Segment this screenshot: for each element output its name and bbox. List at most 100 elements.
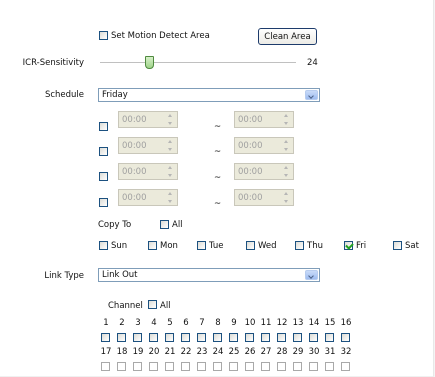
channel-number: 15 [324, 318, 336, 328]
clean-area-button[interactable]: Clean Area [258, 28, 317, 45]
channel-number: 3 [135, 318, 141, 328]
channel-checkbox[interactable] [101, 362, 110, 371]
channel-number: 26 [244, 347, 256, 357]
copy-day-mon-checkbox[interactable] [148, 241, 157, 250]
channel-checkbox[interactable] [309, 333, 318, 342]
channel-checkbox[interactable] [293, 362, 302, 371]
channel-checkbox[interactable] [197, 362, 206, 371]
channel-checkbox[interactable] [309, 362, 318, 371]
copy-day-sat-checkbox[interactable] [393, 241, 402, 250]
channel-number: 31 [324, 347, 336, 357]
copy-day-sun-checkbox[interactable] [99, 241, 108, 250]
period-4-start-input[interactable]: 00:00 [118, 189, 178, 206]
channel-checkbox[interactable] [229, 333, 238, 342]
period-4-checkbox[interactable] [99, 198, 108, 207]
copy-day-fri-checkbox[interactable] [344, 241, 353, 250]
motion-detect-area-checkbox[interactable] [99, 31, 108, 40]
channel-checkbox[interactable] [213, 333, 222, 342]
icr-sensitivity-label: ICR-Sensitivity [22, 58, 84, 68]
channel-checkbox[interactable] [293, 333, 302, 342]
channel-checkbox[interactable] [261, 333, 270, 342]
channel-number: 17 [100, 347, 112, 357]
channel-checkbox[interactable] [181, 333, 190, 342]
period-3-checkbox[interactable] [99, 172, 108, 181]
period-1-start-input[interactable]: 00:00 [118, 111, 178, 128]
spinner-icon[interactable] [165, 191, 175, 204]
channel-all-label: All [160, 301, 171, 311]
copy-to-all-checkbox[interactable] [160, 220, 169, 229]
channel-checkbox[interactable] [229, 362, 238, 371]
chevron-down-icon[interactable] [305, 270, 318, 280]
copy-day-wed-checkbox[interactable] [246, 241, 255, 250]
spinner-icon[interactable] [281, 139, 291, 152]
period-1-end-input[interactable]: 00:00 [234, 111, 294, 128]
channel-checkbox[interactable] [213, 362, 222, 371]
spinner-icon[interactable] [165, 113, 175, 126]
icr-sensitivity-slider-thumb[interactable] [145, 56, 154, 69]
spinner-icon[interactable] [165, 139, 175, 152]
channel-number: 4 [151, 318, 157, 328]
channel-number: 19 [132, 347, 144, 357]
copy-day-thu-checkbox[interactable] [295, 241, 304, 250]
channel-number: 5 [167, 318, 173, 328]
channel-checkbox[interactable] [117, 333, 126, 342]
channel-checkbox[interactable] [117, 362, 126, 371]
channel-checkbox[interactable] [245, 362, 254, 371]
spinner-icon[interactable] [281, 191, 291, 204]
channel-checkbox[interactable] [341, 333, 350, 342]
channel-checkbox[interactable] [197, 333, 206, 342]
channel-number: 27 [260, 347, 272, 357]
channel-number: 22 [180, 347, 192, 357]
channel-number: 18 [116, 347, 128, 357]
period-4-end-input[interactable]: 00:00 [234, 189, 294, 206]
period-3-end-input[interactable]: 00:00 [234, 163, 294, 180]
channel-checkbox[interactable] [133, 333, 142, 342]
copy-day-tue-checkbox[interactable] [197, 241, 206, 250]
channel-number: 25 [228, 347, 240, 357]
chevron-down-icon[interactable] [305, 90, 318, 100]
channel-all-checkbox[interactable] [148, 300, 157, 309]
channel-checkbox[interactable] [101, 333, 110, 342]
channel-number: 12 [276, 318, 288, 328]
period-3-start-input[interactable]: 00:00 [118, 163, 178, 180]
copy-day-wed-label: Wed [258, 241, 277, 251]
channel-number: 28 [276, 347, 288, 357]
channel-checkbox[interactable] [277, 362, 286, 371]
schedule-day-value: Friday [102, 90, 128, 100]
channel-number: 2 [119, 318, 125, 328]
channel-checkbox[interactable] [277, 333, 286, 342]
copy-day-tue-label: Tue [209, 241, 224, 251]
period-2-checkbox[interactable] [99, 147, 108, 156]
channel-checkbox[interactable] [149, 333, 158, 342]
channel-checkbox[interactable] [133, 362, 142, 371]
channel-number: 8 [215, 318, 221, 328]
channel-number: 7 [199, 318, 205, 328]
spinner-icon[interactable] [165, 165, 175, 178]
copy-day-thu-label: Thu [307, 241, 323, 251]
channel-checkbox[interactable] [341, 362, 350, 371]
channel-checkbox[interactable] [261, 362, 270, 371]
channel-number: 13 [292, 318, 304, 328]
period-2-start-input[interactable]: 00:00 [118, 137, 178, 154]
channel-checkbox[interactable] [325, 362, 334, 371]
channel-checkbox[interactable] [165, 362, 174, 371]
period-2-end-input[interactable]: 00:00 [234, 137, 294, 154]
channel-checkbox[interactable] [325, 333, 334, 342]
channel-checkbox[interactable] [181, 362, 190, 371]
period-4-separator: ~ [214, 199, 222, 209]
schedule-day-select[interactable]: Friday [98, 88, 320, 102]
channel-checkbox[interactable] [245, 333, 254, 342]
channel-checkbox[interactable] [165, 333, 174, 342]
period-3-separator: ~ [214, 173, 222, 183]
spinner-icon[interactable] [281, 165, 291, 178]
schedule-label: Schedule [44, 90, 84, 100]
period-1-checkbox[interactable] [99, 122, 108, 131]
channel-number: 6 [183, 318, 189, 328]
motion-settings-panel: Set Motion Detect Area Clean Area ICR-Se… [0, 0, 434, 377]
channel-checkbox[interactable] [149, 362, 158, 371]
channel-number: 21 [164, 347, 176, 357]
spinner-icon[interactable] [281, 113, 291, 126]
channel-label: Channel [108, 301, 143, 311]
channel-number: 1 [103, 318, 109, 328]
link-type-select[interactable]: Link Out [98, 268, 320, 282]
